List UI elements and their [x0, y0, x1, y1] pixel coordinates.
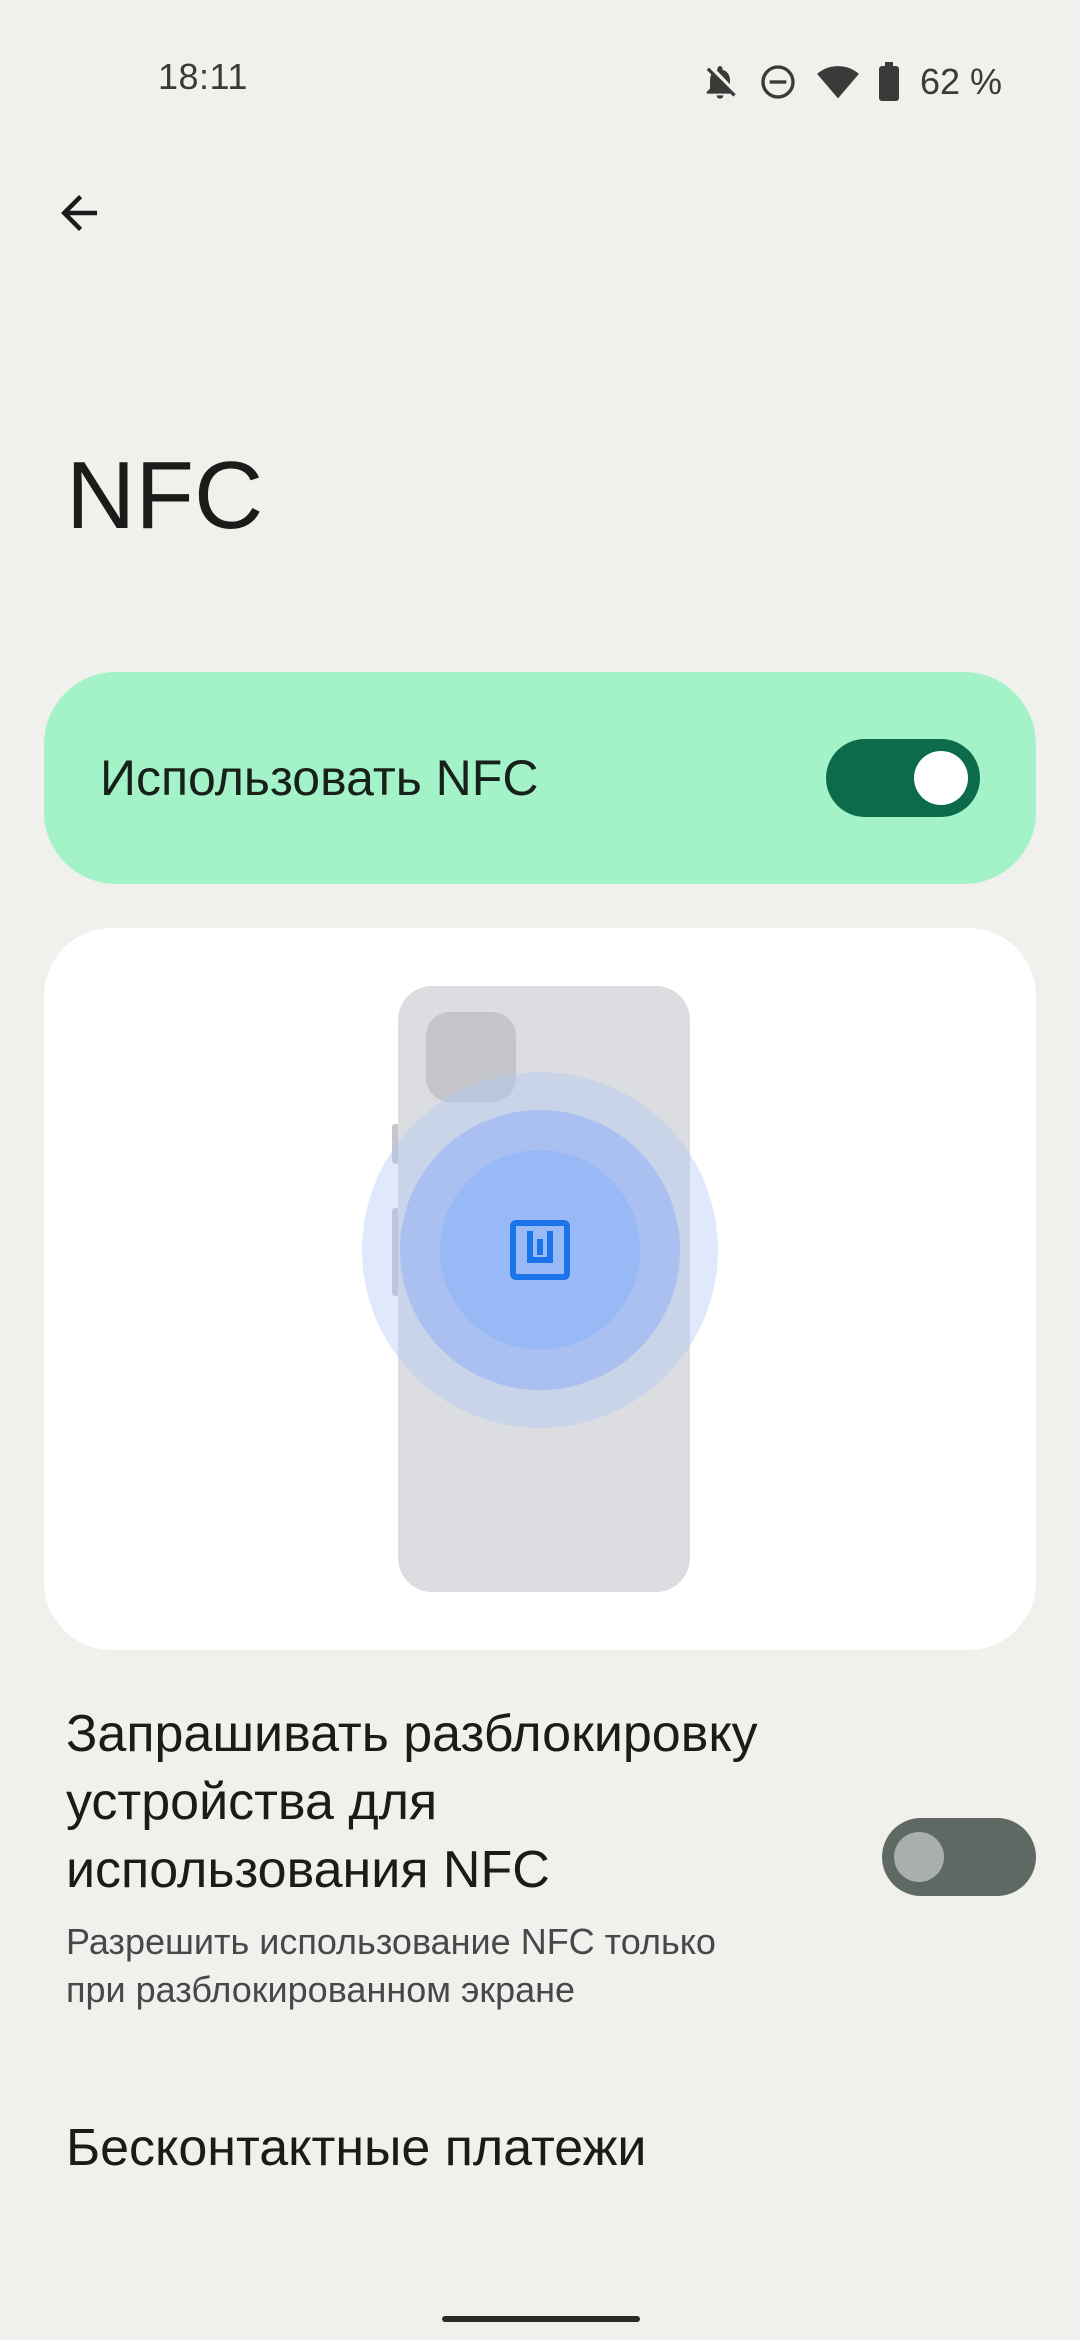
require-unlock-setting[interactable]: Запрашивать разблокировку устройства для…	[66, 1700, 1036, 2020]
require-unlock-title-line: устройства для	[66, 1773, 438, 1831]
use-nfc-switch[interactable]	[826, 739, 980, 817]
wifi-icon	[817, 66, 859, 99]
status-icons: 62 %	[700, 60, 1002, 104]
battery-percent: 62 %	[919, 61, 1002, 102]
require-unlock-summary: Разрешить использование NFC только при р…	[66, 1918, 846, 2014]
require-unlock-switch[interactable]	[882, 1818, 1036, 1896]
battery-icon	[878, 62, 899, 101]
page-title: NFC	[66, 442, 264, 549]
use-nfc-toggle-card[interactable]: Использовать NFC	[44, 672, 1036, 884]
require-unlock-title: Запрашивать разблокировку устройства для…	[66, 1700, 846, 1904]
require-unlock-summary-line: Разрешить использование NFC только	[66, 1921, 716, 1962]
back-button[interactable]	[42, 176, 116, 250]
switch-knob	[914, 751, 968, 805]
phone-back-nfc-illustration	[362, 986, 718, 1592]
require-unlock-summary-line: при разблокированном экране	[66, 1969, 576, 2010]
require-unlock-title-line: Запрашивать разблокировку	[66, 1705, 758, 1763]
switch-knob	[894, 1832, 944, 1882]
require-unlock-title-line: использования NFC	[66, 1841, 550, 1899]
do-not-disturb-icon	[761, 65, 795, 99]
notifications-off-icon	[706, 66, 736, 99]
nfc-illustration-card	[44, 928, 1036, 1650]
navigation-gesture-bar[interactable]	[442, 2316, 640, 2322]
contactless-payments-item[interactable]: Бесконтактные платежи	[66, 2108, 1036, 2188]
use-nfc-label: Использовать NFC	[100, 750, 539, 806]
status-time: 18:11	[158, 56, 248, 97]
arrow-back-icon	[61, 195, 97, 231]
status-bar: 18:11 62 %	[0, 0, 1080, 120]
